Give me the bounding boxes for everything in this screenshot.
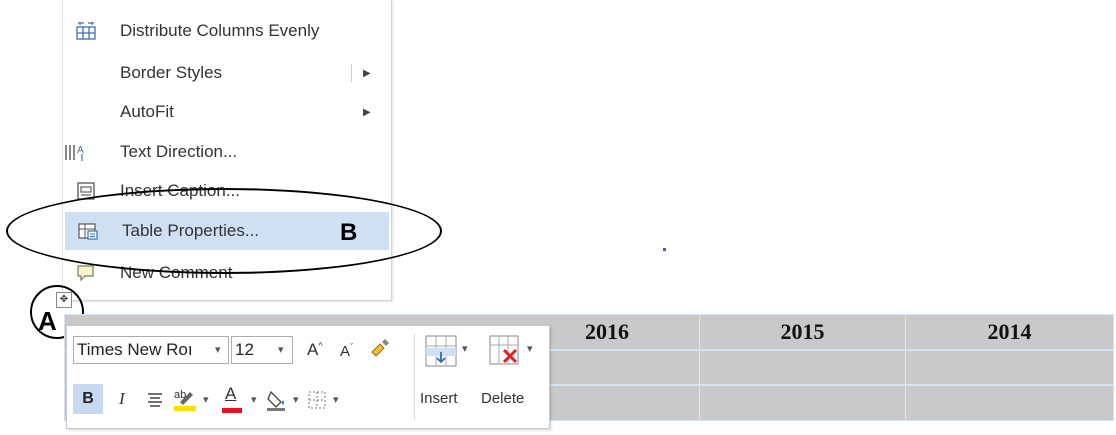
- menu-item-label: Border Styles: [120, 63, 223, 82]
- table-cell[interactable]: [905, 386, 1113, 420]
- annotation-a: A: [38, 306, 57, 336]
- shrink-font-icon[interactable]: Aˇ: [340, 342, 353, 360]
- chevron-down-icon[interactable]: ▾: [293, 393, 299, 406]
- annotation-ellipse: [6, 188, 442, 274]
- table-header-cell[interactable]: 2014: [905, 315, 1113, 349]
- mini-toolbar: Times New Roı ▾ 12 ▾ A^ Aˇ B I ab ▾ A ▾ …: [66, 325, 550, 429]
- chevron-down-icon[interactable]: ▾: [215, 343, 221, 356]
- chevron-down-icon[interactable]: ▾: [203, 393, 209, 406]
- menu-separator: [351, 64, 352, 82]
- menu-item-label: Distribute Columns Evenly: [120, 21, 320, 40]
- header-2015: 2015: [780, 319, 825, 344]
- toolbar-separator: [414, 334, 415, 420]
- insert-label: Insert: [420, 390, 458, 407]
- chevron-down-icon: ▾: [527, 343, 533, 355]
- borders-icon[interactable]: [307, 390, 327, 410]
- font-size-value: 12: [235, 340, 254, 359]
- new-comment-icon: [77, 265, 94, 282]
- align-center-icon[interactable]: [146, 390, 164, 408]
- bold-button[interactable]: B: [73, 384, 103, 414]
- delete-label: Delete: [481, 390, 525, 407]
- table-cell[interactable]: [699, 351, 905, 384]
- italic-button[interactable]: I: [119, 389, 125, 409]
- table-cell[interactable]: [905, 351, 1113, 384]
- menu-item-text-direction[interactable]: A Text Direction...: [63, 133, 389, 171]
- chevron-down-icon: ▾: [462, 343, 468, 355]
- text-direction-icon: A: [65, 145, 84, 161]
- menu-item-label: Text Direction...: [120, 142, 238, 161]
- delete-table-icon: [489, 335, 519, 365]
- shading-icon[interactable]: [265, 388, 289, 412]
- chevron-down-icon[interactable]: ▾: [278, 343, 284, 356]
- stray-dot: [663, 248, 666, 251]
- menu-item-distribute-columns[interactable]: Distribute Columns Evenly: [63, 12, 389, 50]
- format-painter-icon[interactable]: [368, 338, 392, 360]
- font-color-bar: [222, 408, 242, 413]
- font-name-field[interactable]: Times New Roı: [73, 336, 229, 364]
- menu-item-autofit[interactable]: AutoFit ▶: [63, 93, 389, 131]
- table-header-cell[interactable]: 2015: [699, 315, 905, 349]
- insert-table-icon: [425, 335, 457, 367]
- distribute-columns-icon: [76, 22, 96, 40]
- chevron-down-icon[interactable]: ▾: [251, 393, 257, 406]
- grow-font-icon[interactable]: A^: [307, 340, 323, 360]
- menu-item-border-styles[interactable]: Border Styles ▶: [63, 54, 389, 92]
- table-cell[interactable]: [699, 386, 905, 420]
- submenu-arrow-icon: ▶: [363, 67, 371, 79]
- highlight-color-icon[interactable]: ab: [172, 386, 200, 412]
- font-name-value: Times New Roı: [77, 340, 193, 359]
- submenu-arrow-icon: ▶: [363, 106, 371, 118]
- header-2014: 2014: [987, 319, 1032, 344]
- svg-text:A: A: [77, 145, 84, 156]
- menu-item-label: AutoFit: [120, 102, 174, 121]
- chevron-down-icon[interactable]: ▾: [333, 393, 339, 406]
- header-2016: 2016: [585, 319, 629, 344]
- font-color-icon[interactable]: A: [225, 384, 236, 404]
